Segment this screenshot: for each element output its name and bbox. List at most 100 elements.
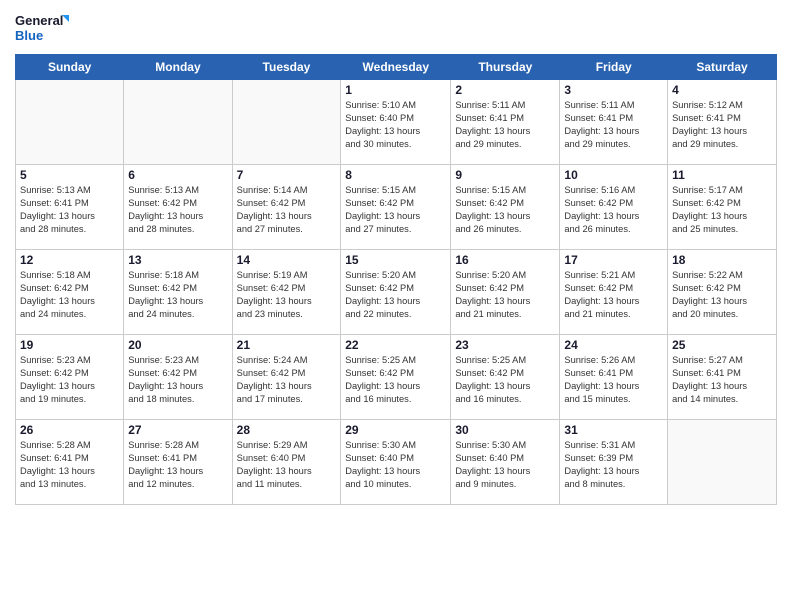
day-info: Sunrise: 5:22 AMSunset: 6:42 PMDaylight:…	[672, 269, 772, 321]
day-info: Sunrise: 5:30 AMSunset: 6:40 PMDaylight:…	[455, 439, 555, 491]
day-number: 10	[564, 168, 663, 182]
day-number: 7	[237, 168, 337, 182]
calendar-cell: 21 Sunrise: 5:24 AMSunset: 6:42 PMDayligh…	[232, 335, 341, 420]
day-info: Sunrise: 5:25 AMSunset: 6:42 PMDaylight:…	[345, 354, 446, 406]
day-info: Sunrise: 5:23 AMSunset: 6:42 PMDaylight:…	[20, 354, 119, 406]
day-info: Sunrise: 5:13 AMSunset: 6:41 PMDaylight:…	[20, 184, 119, 236]
calendar-week-row: 12 Sunrise: 5:18 AMSunset: 6:42 PMDayligh…	[16, 250, 777, 335]
day-number: 6	[128, 168, 227, 182]
day-info: Sunrise: 5:15 AMSunset: 6:42 PMDaylight:…	[455, 184, 555, 236]
calendar-cell: 14 Sunrise: 5:19 AMSunset: 6:42 PMDayligh…	[232, 250, 341, 335]
calendar-cell: 7 Sunrise: 5:14 AMSunset: 6:42 PMDaylight…	[232, 165, 341, 250]
day-number: 25	[672, 338, 772, 352]
calendar-cell: 12Sunrise: 5:18 AMSunset: 6:42 PMDayligh…	[16, 250, 124, 335]
day-number: 15	[345, 253, 446, 267]
calendar-cell: 29 Sunrise: 5:30 AMSunset: 6:40 PMDayligh…	[341, 420, 451, 505]
calendar-week-row: 1 Sunrise: 5:10 AMSunset: 6:40 PMDaylight…	[16, 80, 777, 165]
calendar-cell: 24 Sunrise: 5:26 AMSunset: 6:41 PMDayligh…	[560, 335, 668, 420]
calendar-cell: 30Sunrise: 5:30 AMSunset: 6:40 PMDayligh…	[451, 420, 560, 505]
logo-svg: General Blue	[15, 10, 70, 46]
calendar-cell: 1 Sunrise: 5:10 AMSunset: 6:40 PMDaylight…	[341, 80, 451, 165]
calendar-cell: 11 Sunrise: 5:17 AMSunset: 6:42 PMDayligh…	[668, 165, 777, 250]
header: General Blue	[15, 10, 777, 46]
calendar-cell: 4 Sunrise: 5:12 AMSunset: 6:41 PMDaylight…	[668, 80, 777, 165]
calendar-week-row: 26 Sunrise: 5:28 AMSunset: 6:41 PMDayligh…	[16, 420, 777, 505]
day-info: Sunrise: 5:14 AMSunset: 6:42 PMDaylight:…	[237, 184, 337, 236]
calendar-day-header: Saturday	[668, 55, 777, 80]
day-number: 27	[128, 423, 227, 437]
calendar-cell: 17Sunrise: 5:21 AMSunset: 6:42 PMDayligh…	[560, 250, 668, 335]
day-number: 22	[345, 338, 446, 352]
day-info: Sunrise: 5:13 AMSunset: 6:42 PMDaylight:…	[128, 184, 227, 236]
day-info: Sunrise: 5:19 AMSunset: 6:42 PMDaylight:…	[237, 269, 337, 321]
day-info: Sunrise: 5:23 AMSunset: 6:42 PMDaylight:…	[128, 354, 227, 406]
day-number: 2	[455, 83, 555, 97]
day-number: 19	[20, 338, 119, 352]
calendar-cell: 5 Sunrise: 5:13 AMSunset: 6:41 PMDaylight…	[16, 165, 124, 250]
day-info: Sunrise: 5:10 AMSunset: 6:40 PMDaylight:…	[345, 99, 446, 151]
svg-text:General: General	[15, 13, 63, 28]
day-info: Sunrise: 5:31 AMSunset: 6:39 PMDaylight:…	[564, 439, 663, 491]
day-info: Sunrise: 5:15 AMSunset: 6:42 PMDaylight:…	[345, 184, 446, 236]
calendar-cell	[232, 80, 341, 165]
day-number: 20	[128, 338, 227, 352]
day-number: 13	[128, 253, 227, 267]
calendar-cell: 25 Sunrise: 5:27 AMSunset: 6:41 PMDayligh…	[668, 335, 777, 420]
day-info: Sunrise: 5:16 AMSunset: 6:42 PMDaylight:…	[564, 184, 663, 236]
calendar-cell: 10 Sunrise: 5:16 AMSunset: 6:42 PMDayligh…	[560, 165, 668, 250]
calendar-day-header: Wednesday	[341, 55, 451, 80]
logo: General Blue	[15, 10, 70, 46]
day-info: Sunrise: 5:18 AMSunset: 6:42 PMDaylight:…	[128, 269, 227, 321]
day-info: Sunrise: 5:12 AMSunset: 6:41 PMDaylight:…	[672, 99, 772, 151]
calendar-cell: 9Sunrise: 5:15 AMSunset: 6:42 PMDaylight…	[451, 165, 560, 250]
day-number: 26	[20, 423, 119, 437]
calendar-cell: 15 Sunrise: 5:20 AMSunset: 6:42 PMDayligh…	[341, 250, 451, 335]
day-info: Sunrise: 5:17 AMSunset: 6:42 PMDaylight:…	[672, 184, 772, 236]
calendar-cell: 18Sunrise: 5:22 AMSunset: 6:42 PMDayligh…	[668, 250, 777, 335]
day-number: 12	[20, 253, 119, 267]
calendar-day-header: Thursday	[451, 55, 560, 80]
svg-text:Blue: Blue	[15, 28, 43, 43]
page: General Blue SundayMondayTuesdayWednesda…	[0, 0, 792, 515]
calendar-cell: 23 Sunrise: 5:25 AMSunset: 6:42 PMDayligh…	[451, 335, 560, 420]
calendar-header-row: SundayMondayTuesdayWednesdayThursdayFrid…	[16, 55, 777, 80]
calendar-cell: 19 Sunrise: 5:23 AMSunset: 6:42 PMDayligh…	[16, 335, 124, 420]
calendar-cell: 3Sunrise: 5:11 AMSunset: 6:41 PMDaylight…	[560, 80, 668, 165]
calendar-cell: 20 Sunrise: 5:23 AMSunset: 6:42 PMDayligh…	[124, 335, 232, 420]
day-info: Sunrise: 5:27 AMSunset: 6:41 PMDaylight:…	[672, 354, 772, 406]
day-info: Sunrise: 5:26 AMSunset: 6:41 PMDaylight:…	[564, 354, 663, 406]
day-info: Sunrise: 5:20 AMSunset: 6:42 PMDaylight:…	[455, 269, 555, 321]
calendar-day-header: Friday	[560, 55, 668, 80]
day-number: 21	[237, 338, 337, 352]
day-info: Sunrise: 5:28 AMSunset: 6:41 PMDaylight:…	[20, 439, 119, 491]
calendar-cell: 27Sunrise: 5:28 AMSunset: 6:41 PMDayligh…	[124, 420, 232, 505]
calendar-day-header: Tuesday	[232, 55, 341, 80]
day-info: Sunrise: 5:25 AMSunset: 6:42 PMDaylight:…	[455, 354, 555, 406]
calendar-cell: 16 Sunrise: 5:20 AMSunset: 6:42 PMDayligh…	[451, 250, 560, 335]
day-number: 11	[672, 168, 772, 182]
day-number: 16	[455, 253, 555, 267]
day-number: 28	[237, 423, 337, 437]
day-info: Sunrise: 5:24 AMSunset: 6:42 PMDaylight:…	[237, 354, 337, 406]
day-number: 1	[345, 83, 446, 97]
calendar-cell	[124, 80, 232, 165]
day-info: Sunrise: 5:30 AMSunset: 6:40 PMDaylight:…	[345, 439, 446, 491]
day-number: 8	[345, 168, 446, 182]
day-number: 4	[672, 83, 772, 97]
day-number: 5	[20, 168, 119, 182]
calendar-cell: 2Sunrise: 5:11 AMSunset: 6:41 PMDaylight…	[451, 80, 560, 165]
calendar-cell	[16, 80, 124, 165]
calendar-cell: 22 Sunrise: 5:25 AMSunset: 6:42 PMDayligh…	[341, 335, 451, 420]
day-number: 3	[564, 83, 663, 97]
day-number: 23	[455, 338, 555, 352]
calendar-cell: 13 Sunrise: 5:18 AMSunset: 6:42 PMDayligh…	[124, 250, 232, 335]
calendar-cell: 6 Sunrise: 5:13 AMSunset: 6:42 PMDaylight…	[124, 165, 232, 250]
day-info: Sunrise: 5:20 AMSunset: 6:42 PMDaylight:…	[345, 269, 446, 321]
calendar-week-row: 5 Sunrise: 5:13 AMSunset: 6:41 PMDaylight…	[16, 165, 777, 250]
calendar-cell	[668, 420, 777, 505]
calendar-cell: 28Sunrise: 5:29 AMSunset: 6:40 PMDayligh…	[232, 420, 341, 505]
day-number: 29	[345, 423, 446, 437]
day-number: 17	[564, 253, 663, 267]
day-number: 14	[237, 253, 337, 267]
day-number: 24	[564, 338, 663, 352]
